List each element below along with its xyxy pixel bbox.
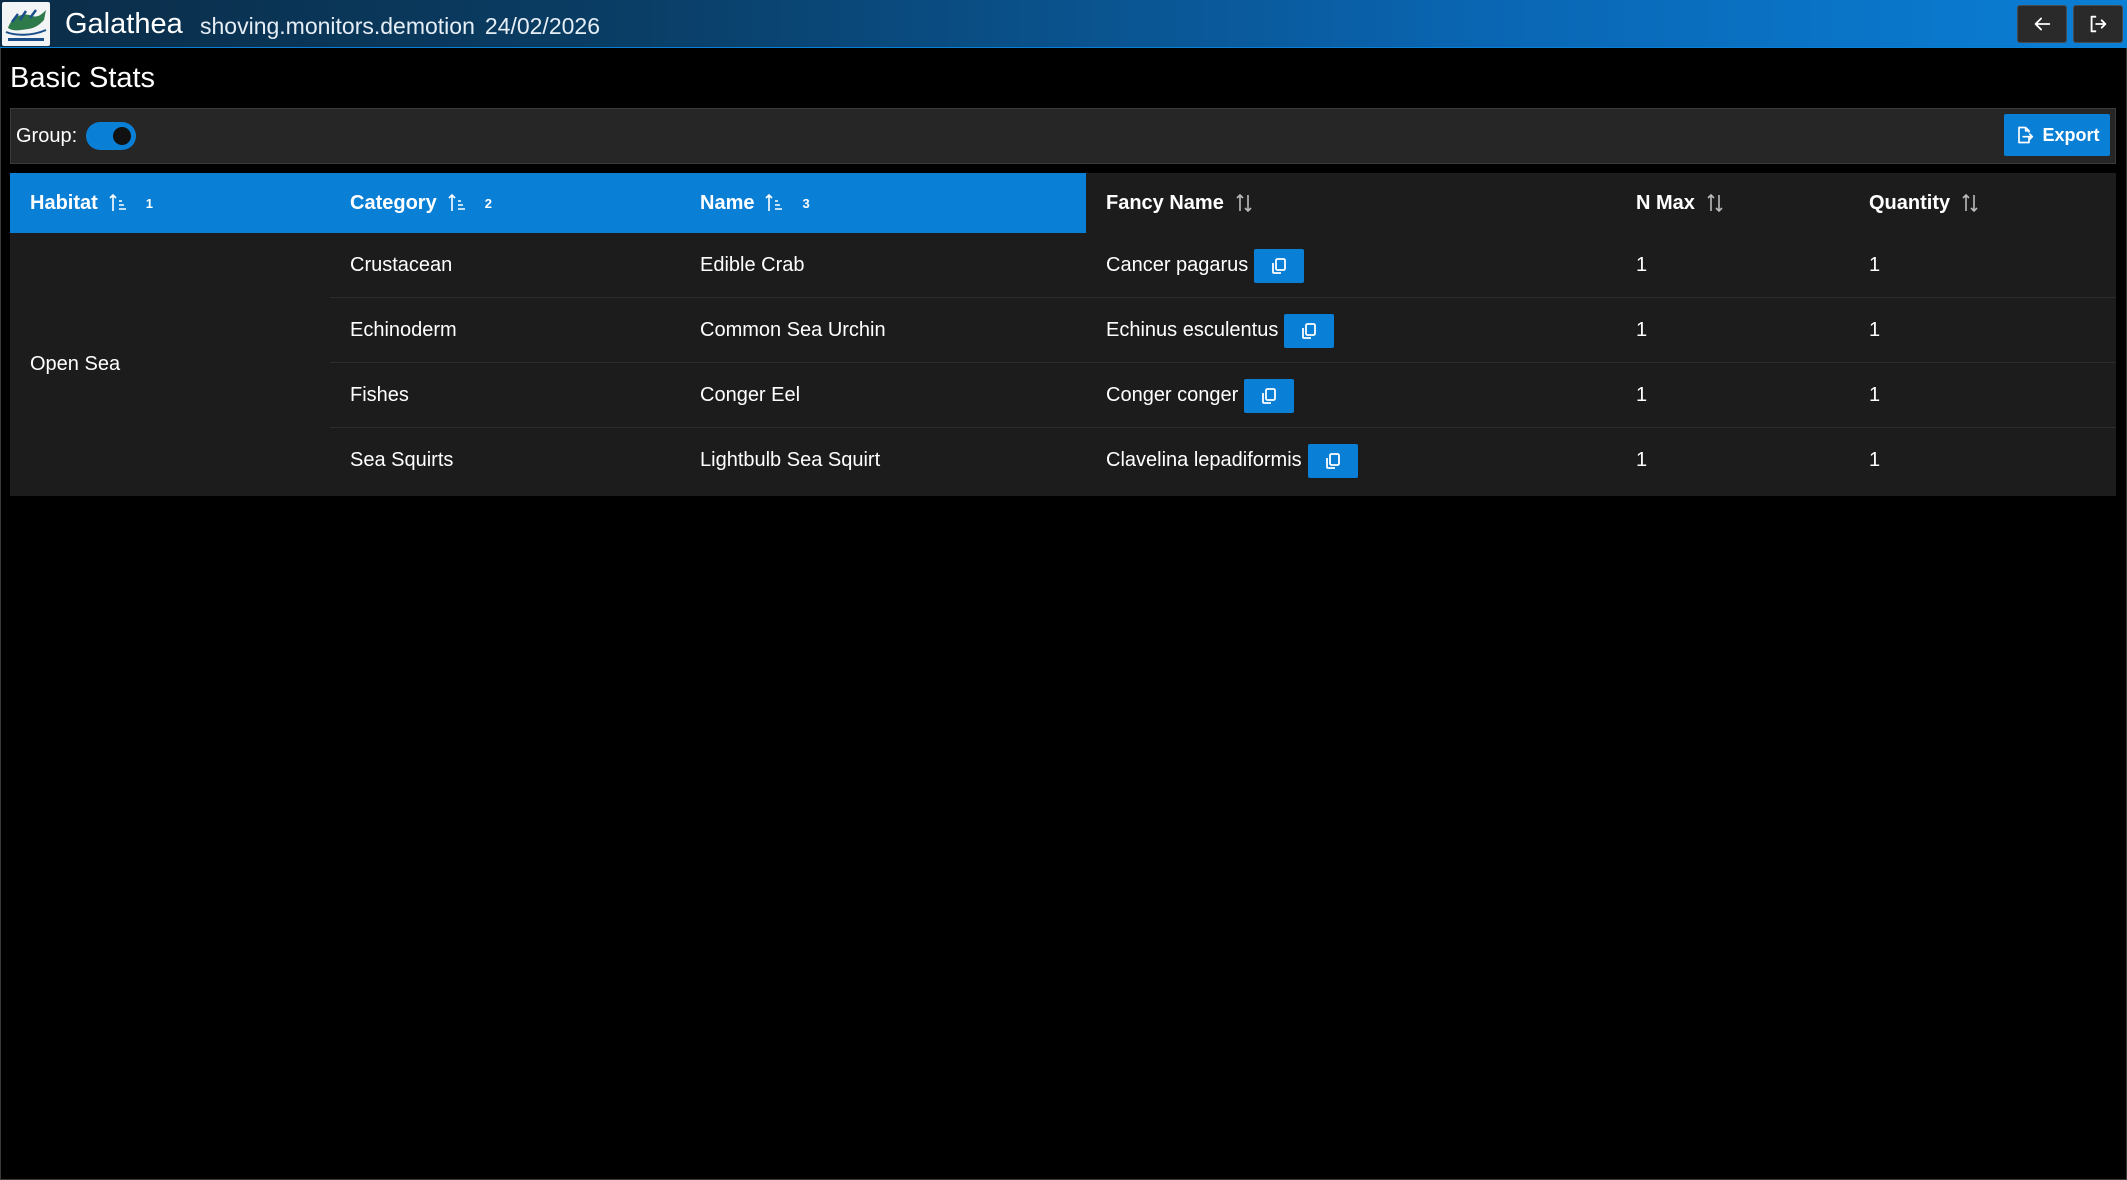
- column-label: Quantity: [1869, 191, 1951, 214]
- column-label: Name: [700, 191, 755, 214]
- n-max-cell: 1: [1636, 254, 1648, 276]
- copy-icon: [1272, 257, 1287, 274]
- page-title: Basic Stats: [10, 62, 156, 94]
- n-max-cell: 1: [1636, 384, 1648, 406]
- copy-icon: [1325, 452, 1340, 469]
- copy-button[interactable]: [1254, 248, 1305, 283]
- group-toggle[interactable]: [86, 122, 136, 150]
- fancy-name-text: Echinus esculentus: [1106, 319, 1279, 341]
- copy-button[interactable]: [1244, 378, 1295, 413]
- name-cell: Common Sea Urchin: [700, 319, 886, 341]
- name-cell: Conger Eel: [700, 384, 801, 406]
- n-max-cell: 1: [1636, 449, 1648, 471]
- name-cell: Lightbulb Sea Squirt: [700, 449, 881, 471]
- sort-unsorted-icon: [1236, 193, 1252, 213]
- column-label: Habitat: [30, 191, 98, 214]
- sort-ascending-icon: [765, 193, 783, 211]
- quantity-cell: 1: [1869, 449, 1881, 471]
- category-cell: Crustacean: [350, 254, 453, 276]
- column-header-quantity[interactable]: Quantity: [1869, 173, 1980, 233]
- column-label: Category: [350, 191, 437, 214]
- sort-order-badge: 1: [145, 195, 154, 211]
- fancy-name-text: Cancer pagarus: [1106, 254, 1249, 276]
- group-label: Group:: [16, 125, 78, 147]
- table-row: Echinoderm Common Sea Urchin Echinus esc…: [330, 298, 2116, 363]
- back-button[interactable]: [2017, 5, 2067, 43]
- sort-unsorted-icon: [1707, 193, 1723, 213]
- stats-toolbar: Group: Export: [10, 108, 2116, 164]
- copy-icon: [1262, 387, 1277, 404]
- copy-icon: [1302, 322, 1317, 339]
- session-info: shoving.monitors.demotion 24/02/2026: [200, 13, 610, 40]
- sort-unsorted-icon: [1962, 193, 1978, 213]
- file-export-icon: [2018, 126, 2034, 144]
- sort-ascending-icon: [448, 193, 465, 211]
- galathea-logo-icon: [2, 2, 50, 46]
- logout-button[interactable]: [2073, 5, 2123, 43]
- sort-order-badge: 3: [802, 195, 810, 211]
- n-max-cell: 1: [1636, 319, 1648, 341]
- copy-button[interactable]: [1284, 313, 1335, 348]
- table-body: Open Sea Crustacean Edible Crab Cancer p…: [10, 233, 2116, 496]
- app-title: Galathea: [65, 8, 183, 40]
- fancy-name-text: Clavelina lepadiformis: [1106, 449, 1302, 471]
- column-header-fancy-name[interactable]: Fancy Name: [1106, 173, 1254, 233]
- session-name: shoving.monitors.demotion: [200, 13, 475, 39]
- copy-button[interactable]: [1307, 443, 1358, 478]
- stats-table: Habitat 1 Category 2 Name 3 Fancy Name N…: [10, 173, 2116, 496]
- export-button[interactable]: Export: [2004, 114, 2110, 156]
- column-header-habitat[interactable]: Habitat 1: [30, 173, 153, 233]
- grouped-columns-highlight: [10, 173, 1086, 233]
- column-header-name[interactable]: Name 3: [700, 173, 810, 233]
- column-label: Fancy Name: [1106, 191, 1224, 214]
- fancy-name-cell: Conger conger: [1106, 363, 1295, 428]
- column-label: N Max: [1636, 191, 1695, 214]
- name-cell: Edible Crab: [700, 254, 805, 276]
- fancy-name-cell: Echinus esculentus: [1106, 298, 1335, 363]
- logout-icon: [2090, 15, 2107, 33]
- arrow-left-icon: [2034, 17, 2051, 31]
- fancy-name-cell: Cancer pagarus: [1106, 233, 1305, 298]
- table-header: Habitat 1 Category 2 Name 3 Fancy Name N…: [10, 173, 2116, 233]
- category-cell: Echinoderm: [350, 319, 457, 341]
- quantity-cell: 1: [1869, 319, 1881, 341]
- toggle-knob: [113, 127, 131, 145]
- quantity-cell: 1: [1869, 254, 1881, 276]
- sort-order-badge: 2: [484, 195, 492, 211]
- title-bar: Galathea shoving.monitors.demotion 24/02/…: [0, 0, 2127, 48]
- quantity-cell: 1: [1869, 384, 1881, 406]
- habitat-group-cell: Open Sea: [30, 353, 121, 375]
- column-header-n-max[interactable]: N Max: [1636, 173, 1725, 233]
- column-header-category[interactable]: Category 2: [350, 173, 492, 233]
- table-row: Crustacean Edible Crab Cancer pagarus 1 …: [330, 233, 2116, 298]
- table-row: Sea Squirts Lightbulb Sea Squirt Claveli…: [330, 428, 2116, 493]
- session-date: 24/02/2026: [484, 13, 600, 39]
- sort-ascending-icon: [109, 193, 126, 211]
- fancy-name-text: Conger conger: [1106, 384, 1239, 406]
- category-cell: Fishes: [350, 384, 409, 406]
- category-cell: Sea Squirts: [350, 449, 454, 471]
- fancy-name-cell: Clavelina lepadiformis: [1106, 428, 1358, 493]
- export-label: Export: [2042, 124, 2100, 145]
- table-row: Fishes Conger Eel Conger conger 1 1: [330, 363, 2116, 428]
